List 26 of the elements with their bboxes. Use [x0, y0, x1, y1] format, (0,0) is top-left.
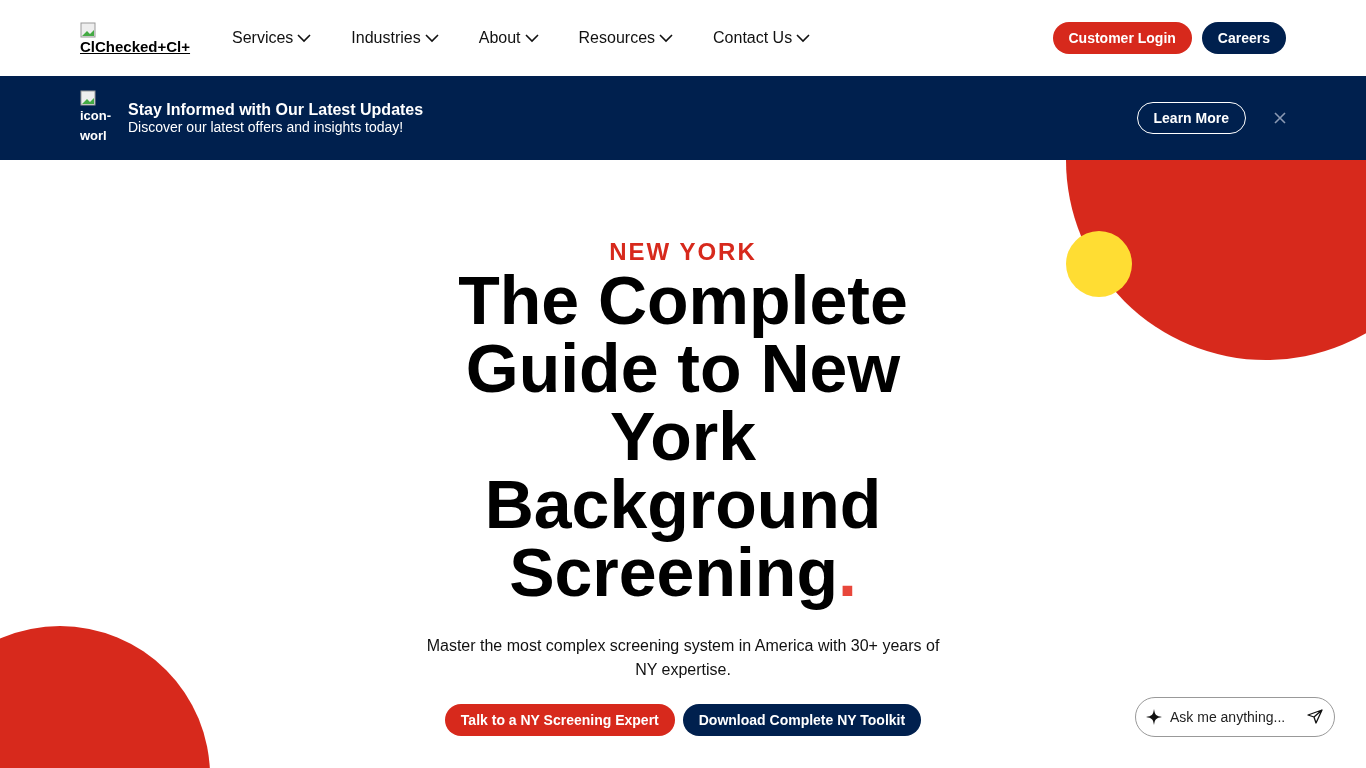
download-button[interactable]: Download Complete NY Toolkit: [682, 704, 922, 736]
broken-image-icon: [80, 21, 96, 38]
banner-text: Discover our latest offers and insights today!: [128, 119, 405, 135]
chat-field[interactable]: Ask me anything...: [1135, 697, 1335, 737]
login-button[interactable]: Customer Login: [1052, 22, 1192, 54]
banner-title: Stay Informed with Our Latest Updates: [128, 101, 425, 119]
expert-button[interactable]: Talk to a NY Screening Expert: [444, 704, 675, 736]
nav-link[interactable]: Industries: [351, 29, 439, 47]
logo-link[interactable]: ClChecked+Cl+: [80, 21, 196, 55]
hero-eyebrow: NEW YORK: [609, 238, 757, 266]
sparkle-icon: [1146, 709, 1162, 725]
nav-link[interactable]: Services: [232, 29, 312, 47]
nav-link[interactable]: Resources: [578, 29, 674, 47]
image-alt-text: icon-worl: [80, 107, 112, 145]
careers-button[interactable]: Careers: [1201, 22, 1286, 54]
nav-link[interactable]: Contact Us: [713, 29, 811, 47]
send-icon[interactable]: [1307, 709, 1323, 725]
chevron-down-icon: [524, 33, 539, 43]
nav-link[interactable]: About: [478, 29, 539, 47]
chevron-down-icon: [297, 33, 312, 43]
chevron-down-icon: [424, 33, 439, 43]
broken-image-icon: [80, 90, 96, 106]
close-icon[interactable]: [1274, 112, 1286, 124]
hero-subtitle: Master the most complex screening system in America with 30+ years of NY expertise.: [425, 636, 941, 680]
chevron-down-icon: [796, 33, 811, 43]
chevron-down-icon: [659, 33, 674, 43]
